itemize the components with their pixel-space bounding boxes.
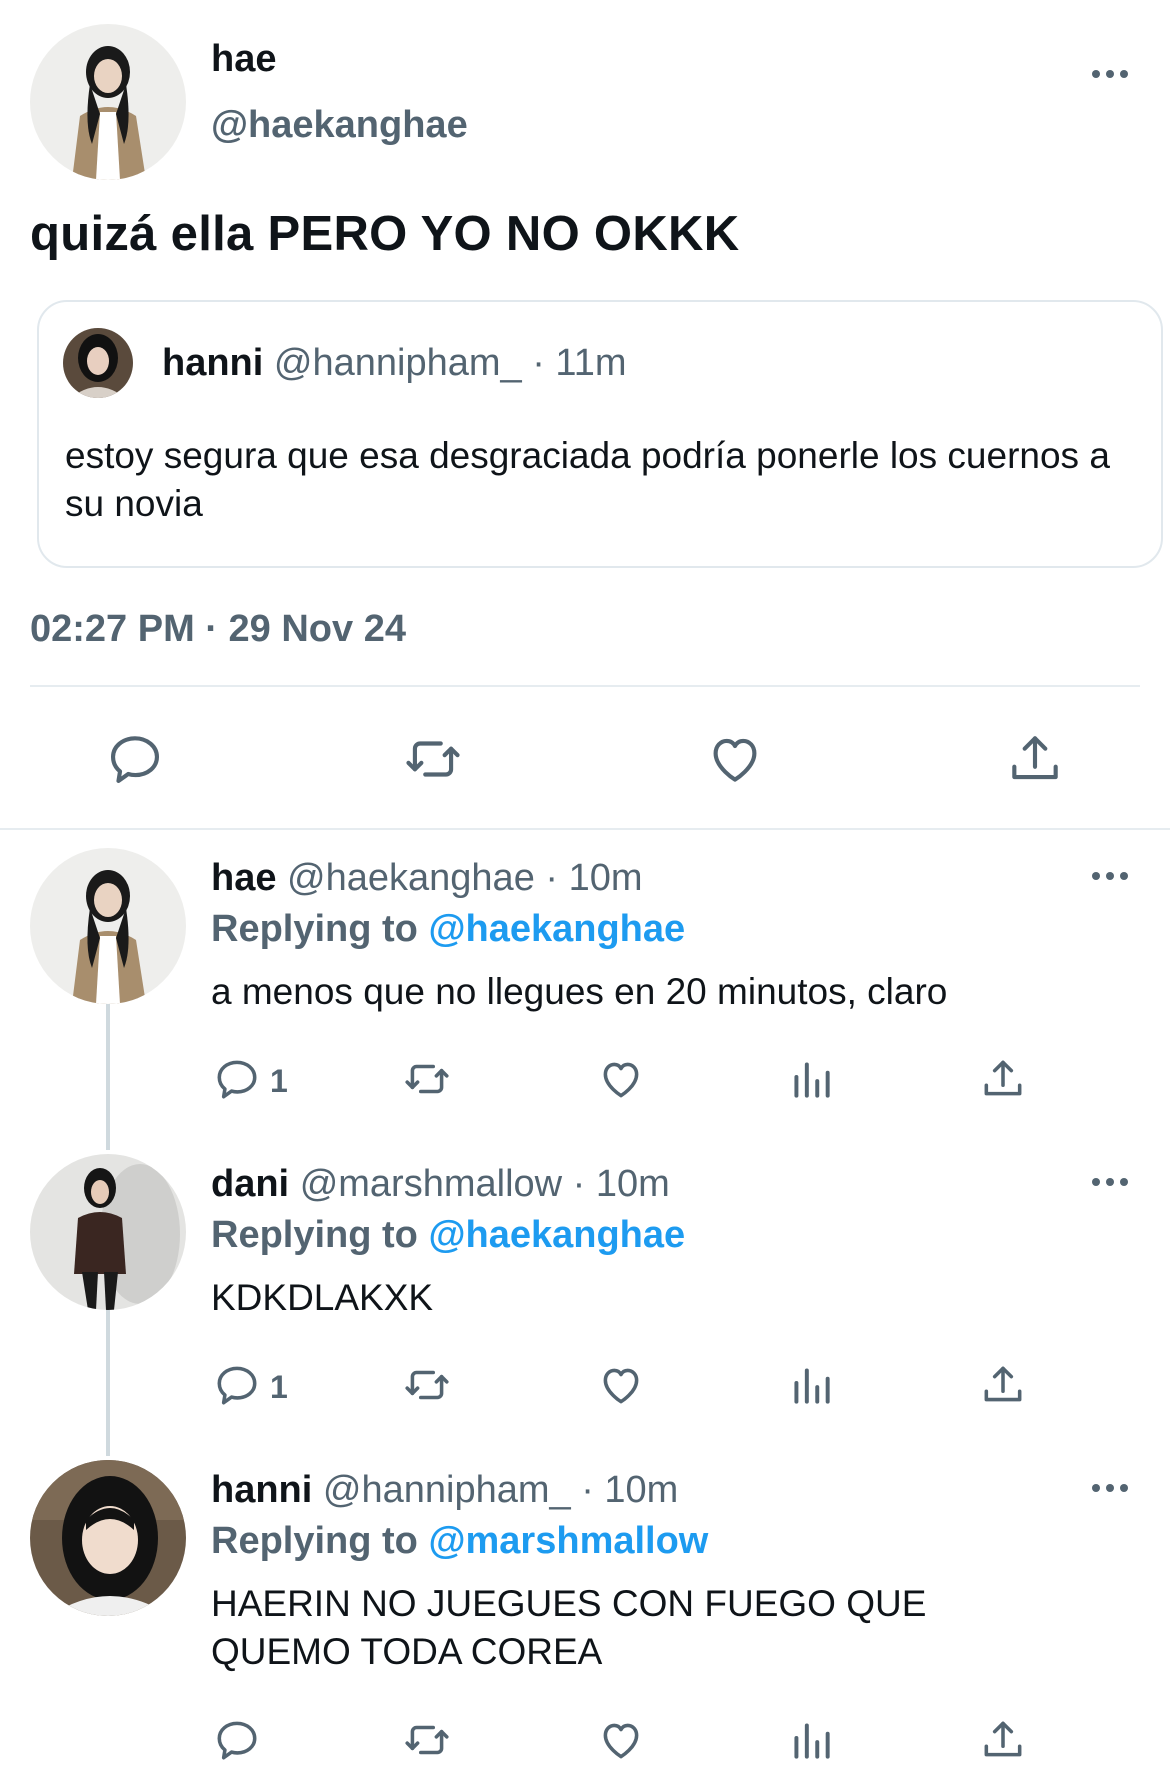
reply-count: 1 bbox=[270, 1063, 288, 1099]
tweet-text: quizá ella PERO YO NO OKKK bbox=[30, 207, 740, 261]
reply-avatar[interactable] bbox=[30, 1460, 186, 1616]
thread-line bbox=[106, 1004, 110, 1150]
quoted-avatar bbox=[63, 328, 133, 398]
reply-icon[interactable] bbox=[212, 1715, 262, 1765]
reply-avatar[interactable] bbox=[30, 1154, 186, 1310]
quoted-text: estoy segura que esa desgraciada podría … bbox=[65, 435, 1110, 524]
like-icon[interactable] bbox=[704, 728, 766, 790]
reply-text: a menos que no llegues en 20 minutos, cl… bbox=[211, 971, 948, 1012]
quoted-header: hanni @hannipham_ · 11m bbox=[162, 342, 627, 385]
reply-header: dani @marshmallow · 10m bbox=[211, 1163, 670, 1206]
more-options-icon[interactable] bbox=[1092, 872, 1128, 880]
reply-name[interactable]: hae bbox=[211, 857, 276, 899]
reply-avatar[interactable] bbox=[30, 848, 186, 1004]
more-options-icon[interactable] bbox=[1092, 1484, 1128, 1492]
reply-handle[interactable]: @marshmallow bbox=[300, 1163, 562, 1205]
reply-handle[interactable]: @haekanghae bbox=[287, 857, 535, 899]
views-icon[interactable] bbox=[786, 1715, 836, 1765]
reply-name[interactable]: dani bbox=[211, 1163, 289, 1205]
reply-count: 1 bbox=[270, 1369, 288, 1405]
divider bbox=[0, 828, 1170, 830]
reply-icon[interactable] bbox=[212, 1054, 262, 1104]
replying-label: Replying to bbox=[211, 908, 418, 950]
replying-label: Replying to bbox=[211, 1520, 418, 1562]
retweet-icon[interactable] bbox=[402, 1054, 452, 1104]
reply-time: · 10m bbox=[572, 1163, 670, 1205]
retweet-icon[interactable] bbox=[402, 1360, 452, 1410]
reply-icon[interactable] bbox=[212, 1360, 262, 1410]
replying-mention[interactable]: @marshmallow bbox=[428, 1520, 708, 1562]
share-icon[interactable] bbox=[978, 1360, 1028, 1410]
reply-name[interactable]: hanni bbox=[211, 1469, 312, 1511]
reply-time: · 10m bbox=[581, 1469, 679, 1511]
more-options-icon[interactable] bbox=[1092, 70, 1128, 78]
replying-to: Replying to @haekanghae bbox=[211, 1214, 685, 1257]
reply-text: HAERIN NO JUEGUES CON FUEGO QUE QUEMO TO… bbox=[211, 1583, 927, 1672]
views-icon[interactable] bbox=[786, 1360, 836, 1410]
reply-handle[interactable]: @hannipham_ bbox=[323, 1469, 571, 1511]
reply-header: hanni @hannipham_ · 10m bbox=[211, 1469, 678, 1512]
reply-header: hae @haekanghae · 10m bbox=[211, 857, 643, 900]
replying-to: Replying to @marshmallow bbox=[211, 1520, 708, 1563]
share-icon[interactable] bbox=[1004, 728, 1066, 790]
retweet-icon[interactable] bbox=[402, 1715, 452, 1765]
reply-icon[interactable] bbox=[104, 728, 166, 790]
retweet-icon[interactable] bbox=[402, 728, 464, 790]
more-options-icon[interactable] bbox=[1092, 1178, 1128, 1186]
reply-text: KDKDLAKXK bbox=[211, 1277, 434, 1318]
divider bbox=[30, 685, 1140, 687]
quoted-tweet[interactable]: hanni @hannipham_ · 11m estoy segura que… bbox=[37, 300, 1163, 568]
share-icon[interactable] bbox=[978, 1715, 1028, 1765]
replying-mention[interactable]: @haekanghae bbox=[428, 908, 685, 950]
author-name[interactable]: hae bbox=[211, 38, 276, 81]
thread-line bbox=[106, 1310, 110, 1456]
author-handle[interactable]: @haekanghae bbox=[211, 104, 468, 147]
replying-label: Replying to bbox=[211, 1214, 418, 1256]
quoted-handle: @hannipham_ bbox=[273, 342, 522, 384]
views-icon[interactable] bbox=[786, 1054, 836, 1104]
tweet-timestamp[interactable]: 02:27 PM · 29 Nov 24 bbox=[30, 608, 406, 651]
author-avatar[interactable] bbox=[30, 24, 186, 180]
replying-mention[interactable]: @haekanghae bbox=[428, 1214, 685, 1256]
replying-to: Replying to @haekanghae bbox=[211, 908, 685, 951]
share-icon[interactable] bbox=[978, 1054, 1028, 1104]
like-icon[interactable] bbox=[596, 1054, 646, 1104]
reply-time: · 10m bbox=[545, 857, 643, 899]
quoted-time: · 11m bbox=[532, 342, 627, 384]
like-icon[interactable] bbox=[596, 1360, 646, 1410]
like-icon[interactable] bbox=[596, 1715, 646, 1765]
quoted-name: hanni bbox=[162, 342, 264, 384]
